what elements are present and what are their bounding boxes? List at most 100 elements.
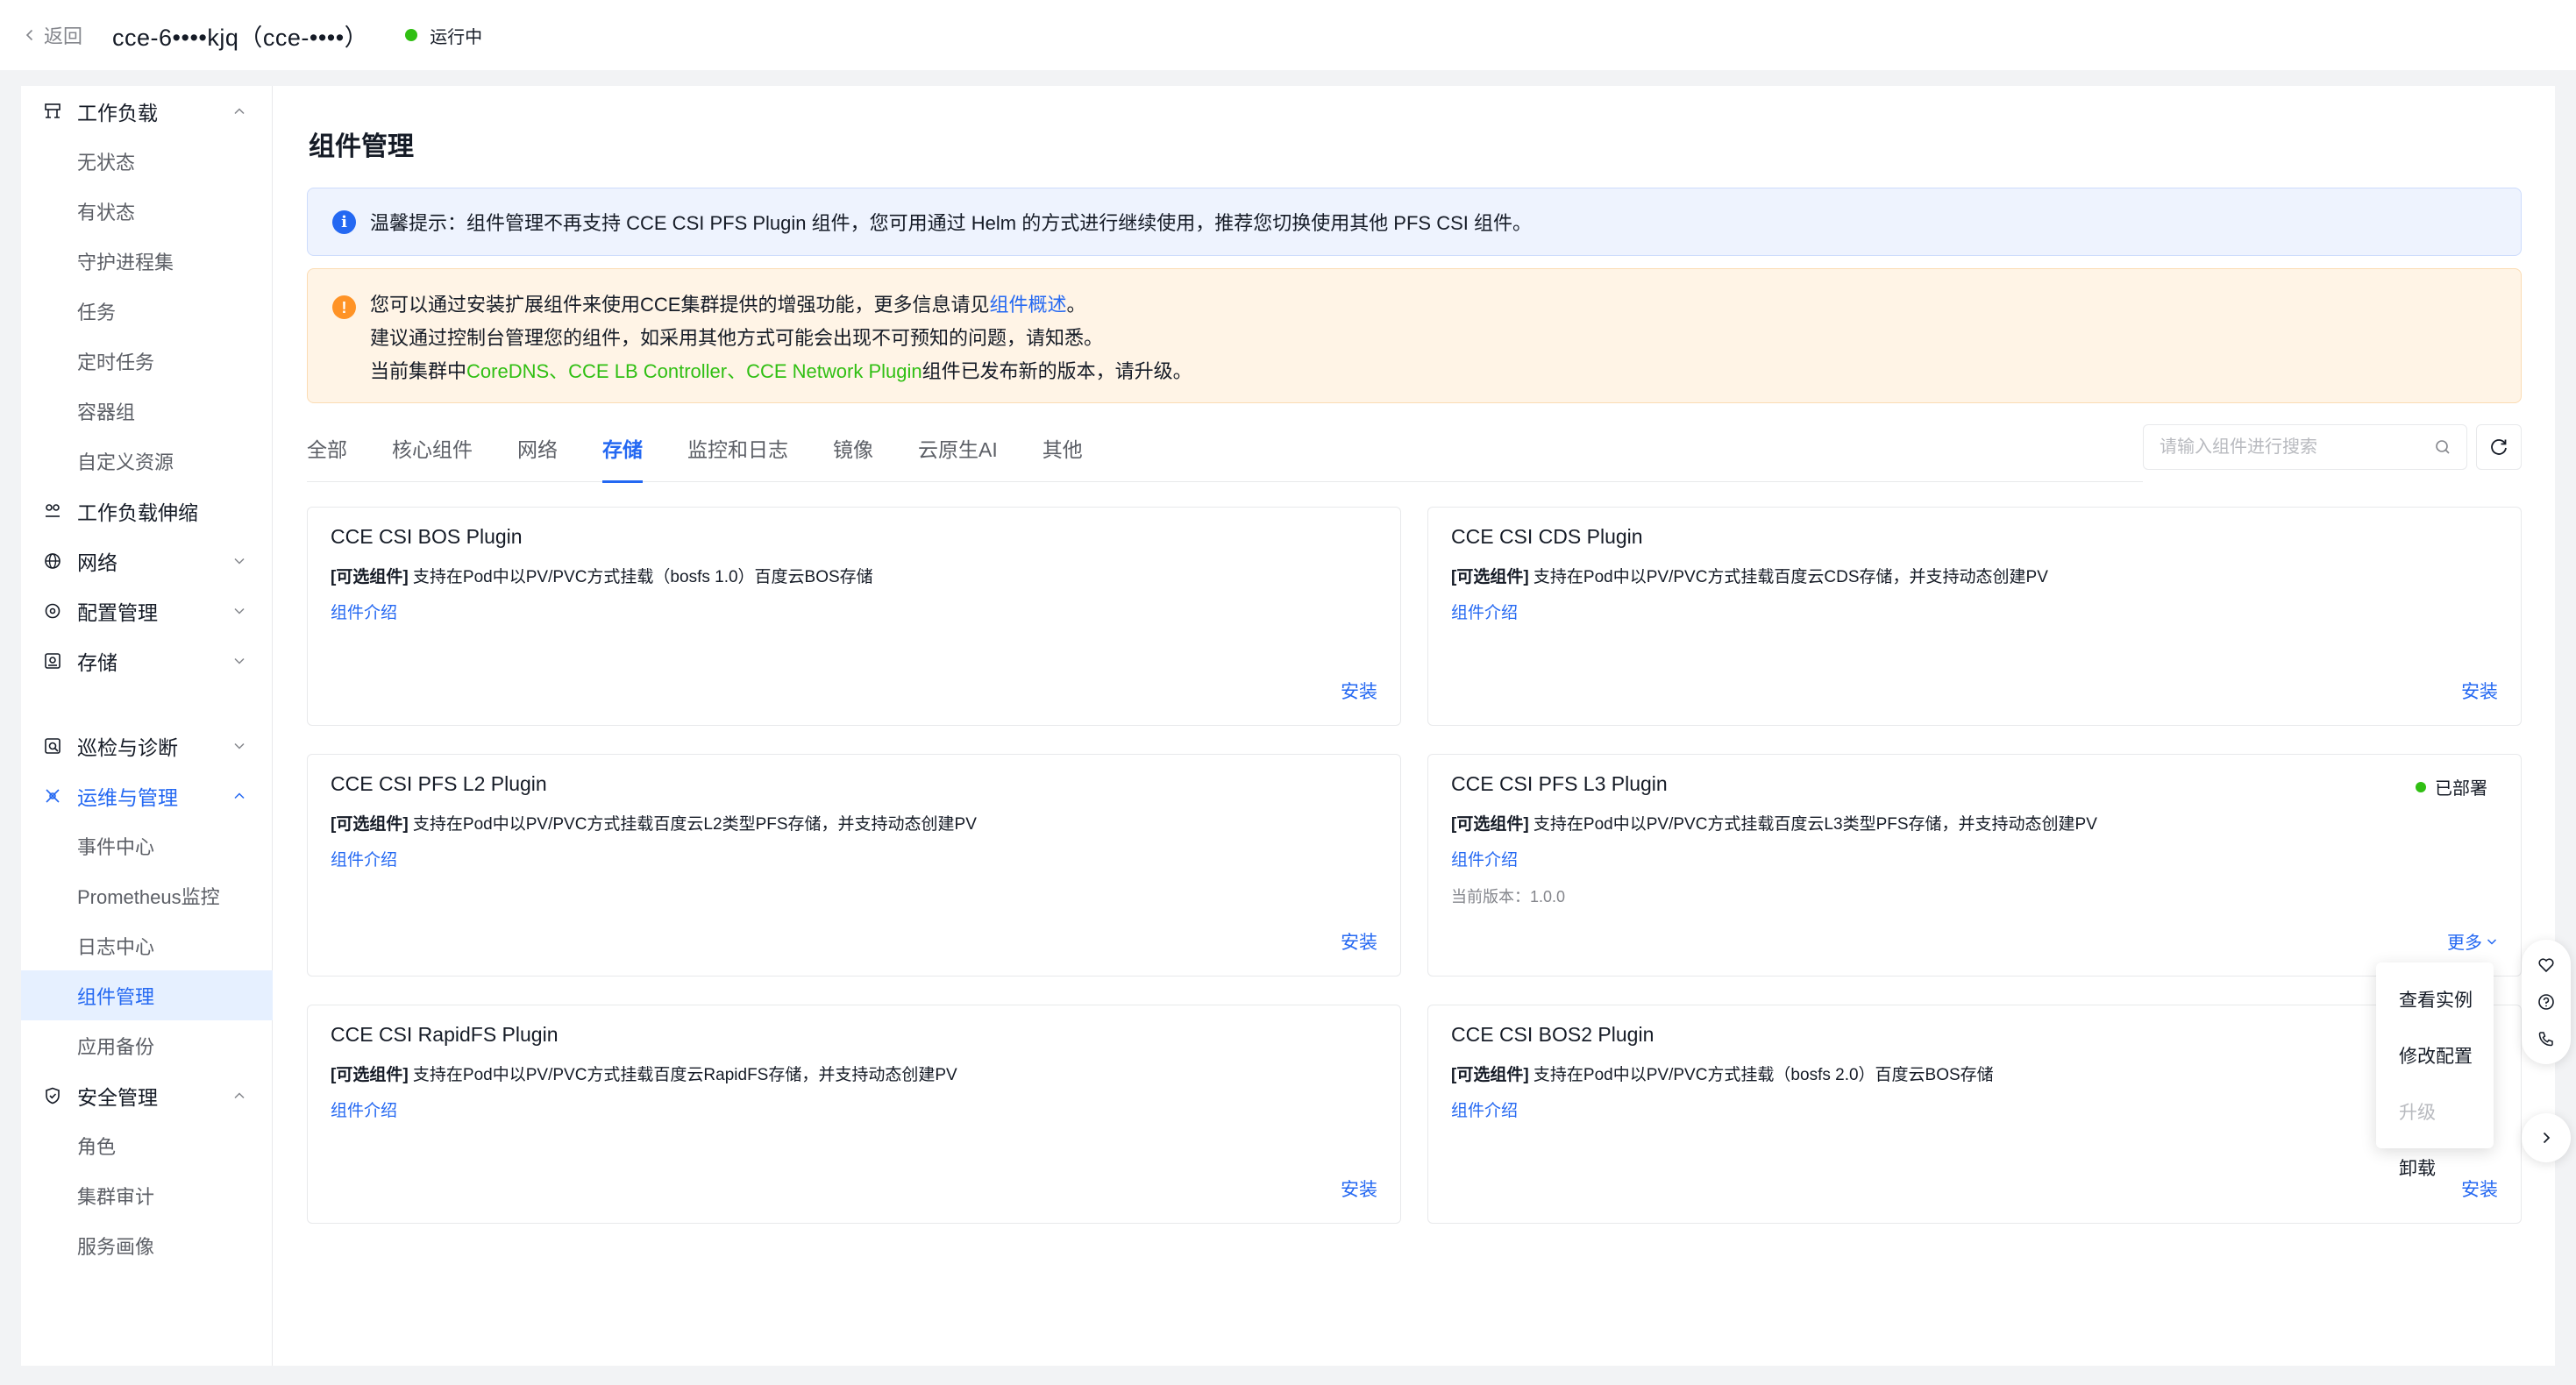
heart-icon[interactable] [2537, 955, 2556, 975]
sidebar-item-log-center[interactable]: 日志中心 [21, 920, 273, 970]
card-desc-text: 支持在Pod中以PV/PVC方式挂载百度云RapidFS存储，并支持动态创建PV [408, 1066, 957, 1084]
card-intro-link[interactable]: 组件介绍 [1451, 847, 1518, 870]
sidebar-item-label: 集群审计 [77, 1185, 155, 1208]
card-tag: [可选组件] [1451, 568, 1529, 586]
card-intro-link[interactable]: 组件介绍 [331, 847, 397, 870]
sidebar-item-label: 应用备份 [77, 1035, 155, 1058]
install-button[interactable]: 安装 [2461, 678, 2498, 704]
sidebar-item-pod[interactable]: 容器组 [21, 386, 273, 436]
chevron-down-icon [2487, 938, 2497, 945]
sidebar-group-label: 工作负载伸缩 [77, 501, 198, 524]
sidebar-group-storage[interactable]: 存储 [21, 636, 273, 685]
card-title: CCE CSI PFS L2 Plugin [331, 772, 547, 795]
back-button[interactable]: 返回 [23, 21, 82, 49]
search-input[interactable] [2160, 437, 2423, 458]
sidebar-group-label: 运维与管理 [77, 785, 178, 809]
sidebar-group-inspection[interactable]: 巡检与诊断 [21, 721, 273, 771]
card-tag: [可选组件] [331, 568, 409, 586]
tab-storage[interactable]: 存储 [602, 433, 643, 483]
sidebar-group-security[interactable]: 安全管理 [21, 1070, 273, 1120]
search-icon[interactable] [2433, 437, 2452, 457]
sidebar-item-custom-resource[interactable]: 自定义资源 [21, 436, 273, 486]
card-tag: [可选组件] [331, 1066, 409, 1084]
sidebar-item-components[interactable]: 组件管理 [21, 970, 273, 1020]
sidebar-group-network[interactable]: 网络 [21, 536, 273, 586]
tab-network[interactable]: 网络 [517, 433, 558, 482]
menu-item-edit-config[interactable]: 修改配置 [2376, 1027, 2494, 1083]
card-title: CCE CSI CDS Plugin [1451, 525, 1643, 548]
chevron-left-icon [25, 29, 33, 41]
sidebar-item-daemonset[interactable]: 守护进程集 [21, 236, 273, 286]
card-title: CCE CSI PFS L3 Plugin [1451, 772, 1668, 795]
install-button[interactable]: 安装 [1341, 1175, 1377, 1202]
sidebar-item-event-center[interactable]: 事件中心 [21, 820, 273, 870]
menu-item-uninstall[interactable]: 卸载 [2376, 1140, 2494, 1196]
refresh-button[interactable] [2476, 424, 2522, 470]
refresh-icon [2491, 439, 2507, 455]
tab-core[interactable]: 核心组件 [392, 433, 473, 482]
sidebar-item-audit[interactable]: 集群审计 [21, 1170, 273, 1220]
sidebar-item-app-backup[interactable]: 应用备份 [21, 1020, 273, 1070]
card-intro-link[interactable]: 组件介绍 [1451, 600, 1518, 623]
component-card-cds: CCE CSI CDS Plugin [可选组件] 支持在Pod中以PV/PVC… [1427, 507, 2522, 726]
more-label: 更多 [2447, 934, 2482, 953]
card-description: [可选组件] 支持在Pod中以PV/PVC方式挂载百度云L2类型PFS存储，并支… [331, 811, 977, 835]
card-title: CCE CSI BOS2 Plugin [1451, 1023, 1654, 1046]
ops-icon [42, 785, 63, 806]
sidebar-item-label: Prometheus监控 [77, 885, 220, 908]
inspection-icon [42, 735, 63, 756]
storage-icon [42, 650, 63, 671]
warning-text: 您可以通过安装扩展组件来使用CCE集群提供的增强功能，更多信息请见 [370, 294, 990, 316]
card-desc-text: 支持在Pod中以PV/PVC方式挂载（bosfs 2.0）百度云BOS存储 [1528, 1066, 1994, 1084]
sidebar-group-scaling[interactable]: 工作负载伸缩 [21, 486, 273, 536]
card-tag: [可选组件] [1451, 1066, 1529, 1084]
card-desc-text: 支持在Pod中以PV/PVC方式挂载百度云L2类型PFS存储，并支持动态创建PV [408, 815, 977, 834]
card-description: [可选组件] 支持在Pod中以PV/PVC方式挂载百度云CDS存储，并支持动态创… [1451, 564, 2048, 587]
status-dot [405, 29, 418, 41]
expand-button[interactable] [2522, 1113, 2571, 1162]
sidebar-group-ops[interactable]: 运维与管理 [21, 771, 273, 820]
scaling-icon [42, 501, 63, 522]
tab-other[interactable]: 其他 [1042, 433, 1083, 482]
card-intro-link[interactable]: 组件介绍 [331, 1097, 397, 1121]
help-icon[interactable] [2537, 992, 2556, 1012]
floating-toolbar [2522, 940, 2571, 1064]
sidebar-item-prometheus[interactable]: Prometheus监控 [21, 870, 273, 920]
tab-monitoring[interactable]: 监控和日志 [687, 433, 788, 482]
chevron-up-icon [234, 107, 245, 114]
menu-item-view-instances[interactable]: 查看实例 [2376, 971, 2494, 1027]
component-card-pfs-l2: CCE CSI PFS L2 Plugin [可选组件] 支持在Pod中以PV/… [307, 754, 1401, 977]
phone-icon[interactable] [2537, 1029, 2556, 1048]
install-button[interactable]: 安装 [1341, 928, 1377, 955]
tab-all[interactable]: 全部 [307, 433, 347, 482]
sidebar-item-label: 组件管理 [77, 985, 155, 1008]
sidebar-item-cronjob[interactable]: 定时任务 [21, 336, 273, 386]
sidebar-group-label: 存储 [77, 650, 117, 674]
deployed-status: 已部署 [2416, 774, 2487, 799]
tab-ai[interactable]: 云原生AI [918, 433, 998, 482]
sidebar-item-stateful[interactable]: 有状态 [21, 186, 273, 236]
globe-icon [42, 550, 63, 572]
more-dropdown-menu: 查看实例 修改配置 升级 卸载 [2376, 962, 2494, 1179]
install-button[interactable]: 安装 [1341, 678, 1377, 704]
cluster-status: 运行中 [430, 27, 483, 47]
sidebar-item-service-profile[interactable]: 服务画像 [21, 1220, 273, 1270]
sidebar-group-workload[interactable]: 工作负载 [21, 86, 273, 136]
info-alert: i 温馨提示：组件管理不再支持 CCE CSI PFS Plugin 组件，您可… [307, 188, 2522, 256]
component-card-pfs-l3: CCE CSI PFS L3 Plugin 已部署 [可选组件] 支持在Pod中… [1427, 754, 2522, 977]
sidebar-item-job[interactable]: 任务 [21, 286, 273, 336]
shield-icon [42, 1085, 63, 1106]
more-button[interactable]: 更多 [2447, 928, 2498, 954]
card-intro-link[interactable]: 组件介绍 [1451, 1097, 1518, 1121]
sidebar-item-label: 日志中心 [77, 935, 155, 958]
sidebar-item-stateless[interactable]: 无状态 [21, 136, 273, 186]
card-intro-link[interactable]: 组件介绍 [331, 600, 397, 623]
tab-image[interactable]: 镜像 [833, 433, 873, 482]
page-title: 组件管理 [309, 132, 414, 161]
sidebar-item-role[interactable]: 角色 [21, 1120, 273, 1170]
sidebar-group-config[interactable]: 配置管理 [21, 586, 273, 636]
card-description: [可选组件] 支持在Pod中以PV/PVC方式挂载（bosfs 1.0）百度云B… [331, 564, 873, 587]
chevron-up-icon [234, 792, 245, 799]
component-overview-link[interactable]: 组件概述 [989, 294, 1066, 316]
workload-icon [42, 101, 63, 122]
